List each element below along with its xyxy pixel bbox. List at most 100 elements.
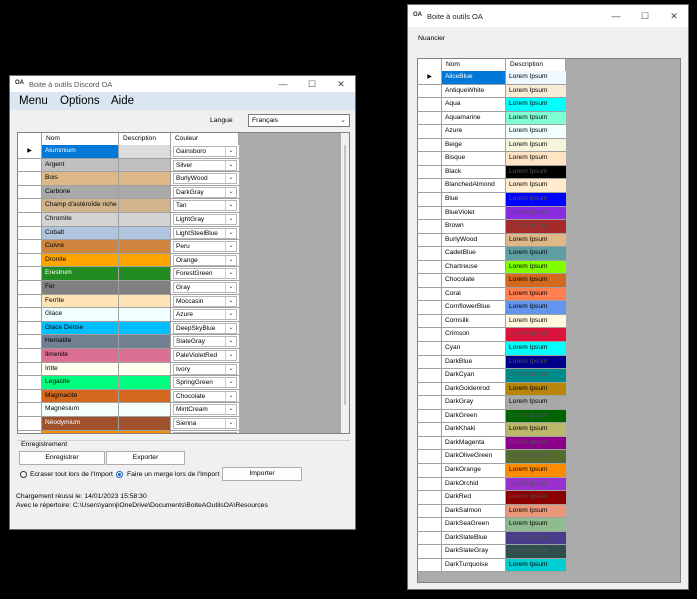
material-description[interactable] — [119, 349, 171, 362]
chevron-down-icon[interactable]: ⌄ — [225, 432, 236, 433]
row-selector[interactable] — [418, 504, 442, 518]
table-row[interactable]: Cyan Lorem Ipsum — [418, 342, 566, 356]
color-sample[interactable]: Lorem Ipsum — [506, 152, 566, 165]
color-sample[interactable]: Lorem Ipsum — [506, 328, 566, 342]
maximize-button[interactable]: ☐ — [631, 8, 659, 24]
table-row[interactable]: Magmacite Chocolate ⌄ — [18, 389, 239, 404]
table-row[interactable]: Black Lorem Ipsum — [418, 165, 566, 180]
table-row[interactable]: Aquamarine Lorem Ipsum — [418, 111, 566, 126]
color-dropdown[interactable]: Orange ⌄ — [173, 254, 237, 266]
row-selector[interactable] — [18, 226, 42, 240]
color-dropdown[interactable]: SlateGray ⌄ — [173, 336, 237, 348]
color-name[interactable]: CornflowerBlue — [442, 301, 506, 314]
row-selector[interactable] — [18, 158, 42, 172]
color-sample[interactable]: Lorem Ipsum — [506, 423, 566, 436]
material-name[interactable]: Fer — [42, 281, 119, 294]
color-name[interactable]: BurlyWood — [442, 233, 506, 247]
color-name[interactable]: DarkBlue — [442, 355, 506, 369]
color-name[interactable]: Blue — [442, 192, 506, 206]
table-row[interactable]: Ilmenite PaleVioletRed ⌄ — [18, 349, 239, 363]
table-row[interactable]: DarkOliveGreen Lorem Ipsum — [418, 450, 566, 464]
row-selector[interactable] — [418, 125, 442, 138]
table-row[interactable]: Neodymium DarkOrange⌄ — [18, 430, 239, 433]
color-dropdown[interactable]: Tan ⌄ — [173, 200, 237, 212]
color-dropdown[interactable]: MintCream ⌄ — [173, 404, 237, 416]
color-dropdown[interactable]: Chocolate ⌄ — [173, 390, 237, 402]
column-header-description[interactable]: Description — [119, 133, 171, 145]
chevron-down-icon[interactable]: ⌄ — [225, 310, 236, 320]
row-selector[interactable] — [18, 376, 42, 389]
row-selector[interactable] — [418, 355, 442, 369]
material-name[interactable]: Glace Dense — [42, 321, 119, 335]
color-name[interactable]: DarkSeaGreen — [442, 518, 506, 531]
color-name[interactable]: CadetBlue — [442, 247, 506, 260]
color-sample[interactable]: Lorem Ipsum — [506, 436, 566, 450]
color-dropdown[interactable]: Gainsboro ⌄ — [173, 146, 237, 157]
table-row[interactable]: Glace Azure ⌄ — [18, 308, 239, 322]
row-selector[interactable] — [418, 396, 442, 409]
row-selector[interactable] — [418, 491, 442, 504]
color-sample[interactable]: Lorem Ipsum — [506, 84, 566, 98]
color-dropdown[interactable]: Sienna ⌄ — [173, 418, 237, 429]
table-row[interactable]: Argent Silver ⌄ — [18, 158, 239, 173]
table-row[interactable]: Erestrum ForestGreen ⌄ — [18, 267, 239, 281]
color-sample[interactable]: Lorem Ipsum — [506, 504, 566, 518]
chevron-down-icon[interactable]: ⌄ — [225, 419, 236, 428]
table-row[interactable]: Cornsilk Lorem Ipsum — [418, 314, 566, 329]
color-sample[interactable]: Lorem Ipsum — [506, 220, 566, 233]
materials-grid[interactable]: Nom Description Couleur ▶ Aluminium Gainsb… — [17, 132, 350, 434]
material-description[interactable] — [119, 294, 171, 308]
table-row[interactable]: Iritte Ivory ⌄ — [18, 362, 239, 377]
material-description[interactable] — [119, 172, 171, 185]
material-description[interactable] — [119, 376, 171, 389]
row-selector[interactable] — [418, 220, 442, 233]
chevron-down-icon[interactable]: ⌄ — [225, 160, 236, 170]
material-name[interactable]: Magnésium — [42, 403, 119, 416]
color-sample[interactable]: Lorem Ipsum — [506, 301, 566, 314]
row-selector[interactable] — [18, 430, 42, 433]
material-name[interactable]: Champ d'astéroïde riche — [42, 199, 119, 212]
table-row[interactable]: Brown Lorem Ipsum — [418, 220, 566, 234]
table-row[interactable]: DarkGoldenrod Lorem Ipsum — [418, 382, 566, 397]
row-selector[interactable] — [418, 287, 442, 301]
color-sample[interactable]: Lorem Ipsum — [506, 491, 566, 504]
table-row[interactable]: DarkMagenta Lorem Ipsum — [418, 436, 566, 451]
color-name[interactable]: Bisque — [442, 152, 506, 165]
row-selector[interactable] — [418, 206, 442, 220]
row-selector[interactable] — [418, 369, 442, 382]
row-selector[interactable] — [418, 558, 442, 572]
material-name[interactable]: Bois — [42, 172, 119, 185]
row-selector[interactable] — [418, 436, 442, 450]
color-sample[interactable]: Lorem Ipsum — [506, 125, 566, 138]
table-row[interactable]: Azure Lorem Ipsum — [418, 125, 566, 139]
material-description[interactable] — [119, 267, 171, 280]
table-row[interactable]: DarkGreen Lorem Ipsum — [418, 409, 566, 424]
row-selector[interactable] — [418, 409, 442, 423]
row-selector[interactable] — [418, 518, 442, 531]
maximize-button[interactable]: ☐ — [298, 76, 326, 92]
row-selector[interactable] — [18, 321, 42, 335]
color-sample[interactable]: Lorem Ipsum — [506, 138, 566, 152]
chevron-down-icon[interactable]: ⌄ — [225, 255, 236, 265]
row-selector[interactable] — [418, 423, 442, 436]
chevron-down-icon[interactable]: ⌄ — [225, 283, 236, 292]
menu-item-options[interactable]: Options — [60, 95, 100, 107]
table-row[interactable]: DarkOrchid Lorem Ipsum — [418, 477, 566, 492]
material-description[interactable] — [119, 335, 171, 348]
table-row[interactable]: Carbone DarkGray ⌄ — [18, 185, 239, 200]
column-header-description[interactable]: Description — [506, 59, 566, 71]
color-sample[interactable]: Lorem Ipsum — [506, 531, 566, 545]
chevron-down-icon[interactable]: ⌄ — [225, 201, 236, 211]
color-sample[interactable]: Lorem Ipsum — [506, 165, 566, 179]
table-row[interactable]: DarkKhaki Lorem Ipsum — [418, 423, 566, 437]
color-dropdown[interactable]: LightGray ⌄ — [173, 214, 237, 225]
color-sample[interactable]: Lorem Ipsum — [506, 233, 566, 247]
row-selector[interactable] — [18, 281, 42, 294]
export-button[interactable]: Exporter — [106, 451, 185, 465]
table-row[interactable]: Cuivre Peru ⌄ — [18, 240, 239, 254]
color-dropdown[interactable]: Ivory ⌄ — [173, 363, 237, 375]
color-name[interactable]: DarkGray — [442, 396, 506, 409]
color-name[interactable]: Aquamarine — [442, 111, 506, 125]
table-row[interactable]: DarkCyan Lorem Ipsum — [418, 369, 566, 383]
row-selector[interactable] — [418, 165, 442, 179]
